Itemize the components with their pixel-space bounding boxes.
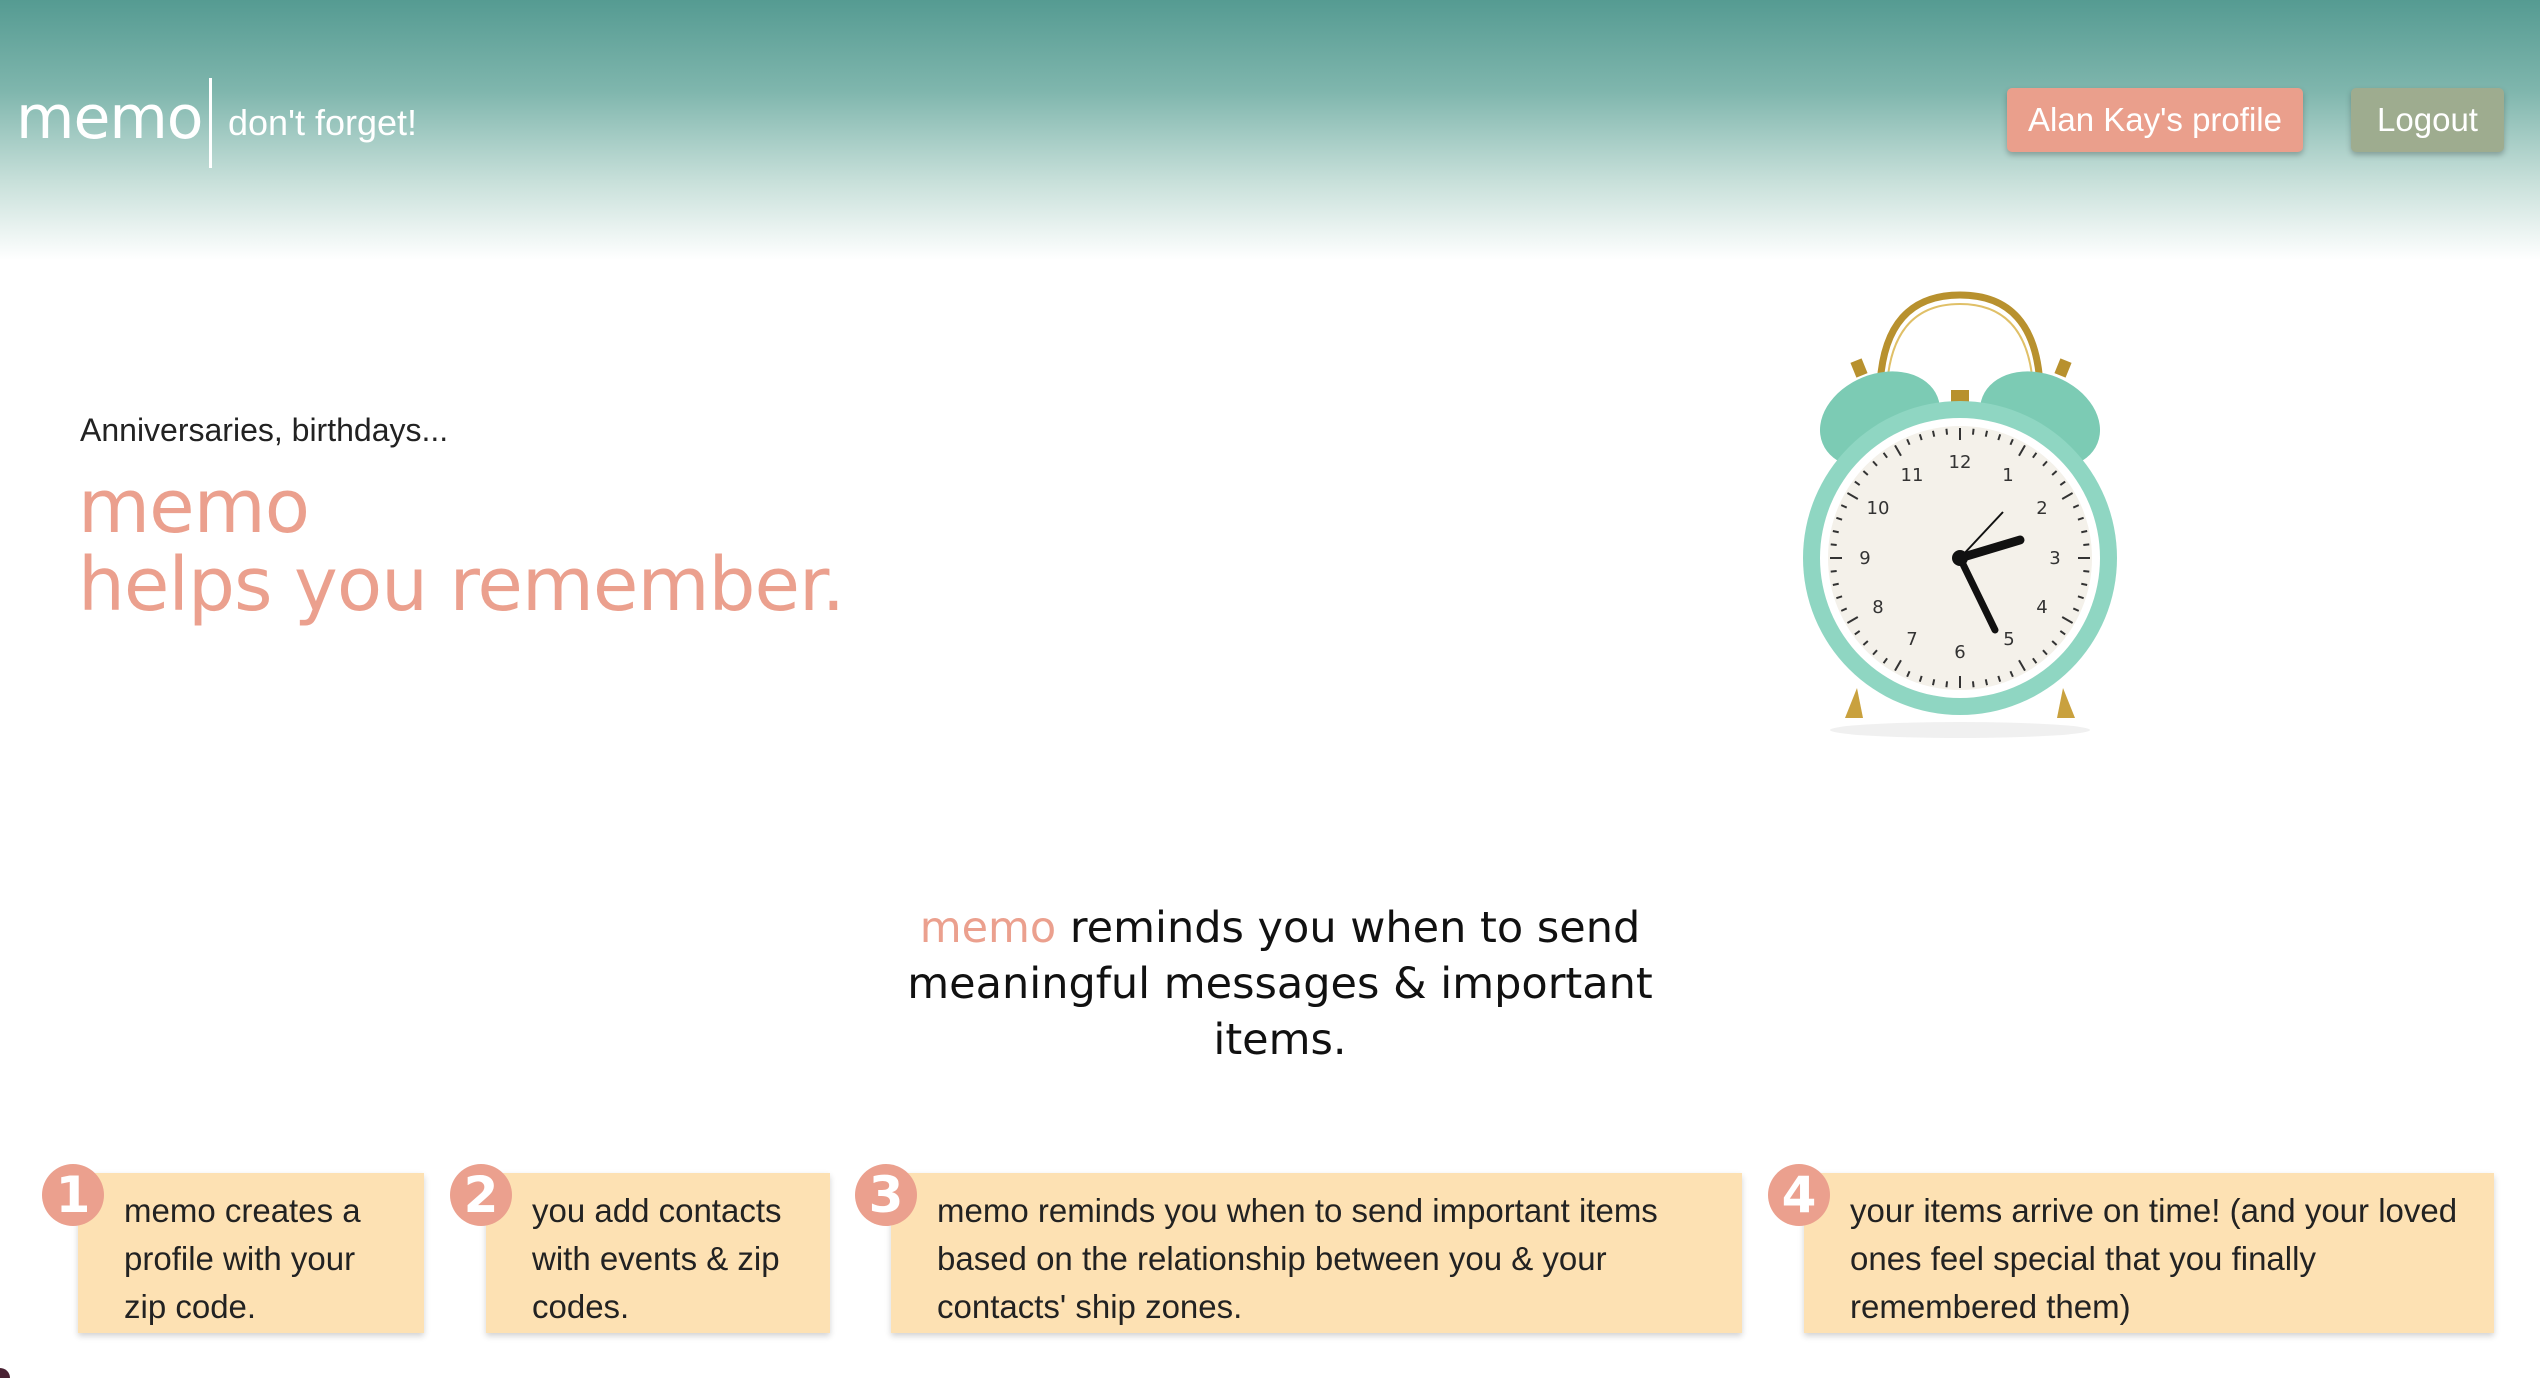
clock-tick bbox=[1830, 569, 1837, 573]
clock-tick bbox=[2083, 569, 2090, 573]
hero-title-line2: helps you remember. bbox=[78, 542, 845, 628]
svg-text:8: 8 bbox=[1872, 597, 1883, 618]
logo-divider bbox=[209, 78, 212, 168]
svg-text:11: 11 bbox=[1901, 465, 1924, 486]
hero-kicker: Anniversaries, birthdays... bbox=[80, 412, 449, 448]
clock-tick bbox=[1971, 428, 1975, 435]
mission-accent: memo bbox=[919, 903, 1057, 953]
svg-text:2: 2 bbox=[2036, 498, 2047, 519]
header: memo don't forget! Alan Kay's profile Lo… bbox=[0, 0, 2540, 260]
step-card-2: you add contacts with events & zip codes… bbox=[486, 1173, 830, 1333]
clock-tick bbox=[1830, 543, 1837, 547]
step-number-3: 3 bbox=[855, 1164, 917, 1226]
profile-button[interactable]: Alan Kay's profile bbox=[2007, 88, 2303, 152]
clock-tick bbox=[1971, 681, 1975, 688]
hero-title-line1: memo bbox=[78, 464, 310, 550]
svg-text:9: 9 bbox=[1859, 548, 1870, 569]
mission-statement: memo reminds you when to send meaningful… bbox=[840, 900, 1720, 1068]
tagline: don't forget! bbox=[228, 102, 417, 143]
clock-tick bbox=[2081, 582, 2088, 587]
svg-text:1: 1 bbox=[2002, 465, 2013, 486]
svg-text:5: 5 bbox=[2003, 629, 2014, 650]
svg-text:10: 10 bbox=[1867, 498, 1890, 519]
window-corner bbox=[0, 1368, 10, 1378]
hero-title: memo helps you remember. bbox=[78, 464, 845, 628]
clock-tick bbox=[1984, 430, 1989, 437]
logout-button[interactable]: Logout bbox=[2351, 88, 2504, 152]
svg-text:12: 12 bbox=[1949, 452, 1972, 473]
clock-tick bbox=[2083, 543, 2090, 547]
alarm-clock-illustration: 12 1 2 3 4 5 6 7 8 9 10 11 bbox=[1803, 291, 2117, 738]
clock-tick bbox=[1832, 582, 1839, 587]
svg-text:3: 3 bbox=[2049, 548, 2060, 569]
clock-tick bbox=[1945, 428, 1949, 435]
step-card-4: your items arrive on time! (and your lov… bbox=[1804, 1173, 2494, 1333]
svg-text:4: 4 bbox=[2036, 597, 2047, 618]
clock-tick bbox=[1931, 430, 1936, 437]
step-number-1: 1 bbox=[42, 1164, 104, 1226]
svg-text:6: 6 bbox=[1954, 642, 1965, 663]
svg-text:7: 7 bbox=[1906, 629, 1917, 650]
clock-tick bbox=[2081, 529, 2088, 534]
step-number-2: 2 bbox=[450, 1164, 512, 1226]
step-card-1: memo creates a profile with your zip cod… bbox=[78, 1173, 424, 1333]
logo[interactable]: memo bbox=[16, 82, 204, 154]
clock-tick bbox=[1832, 529, 1839, 534]
clock-tick bbox=[1945, 681, 1949, 688]
clock-tick bbox=[1984, 679, 1989, 686]
step-number-4: 4 bbox=[1768, 1164, 1830, 1226]
clock-tick bbox=[1931, 679, 1936, 686]
step-card-3: memo reminds you when to send important … bbox=[891, 1173, 1742, 1333]
